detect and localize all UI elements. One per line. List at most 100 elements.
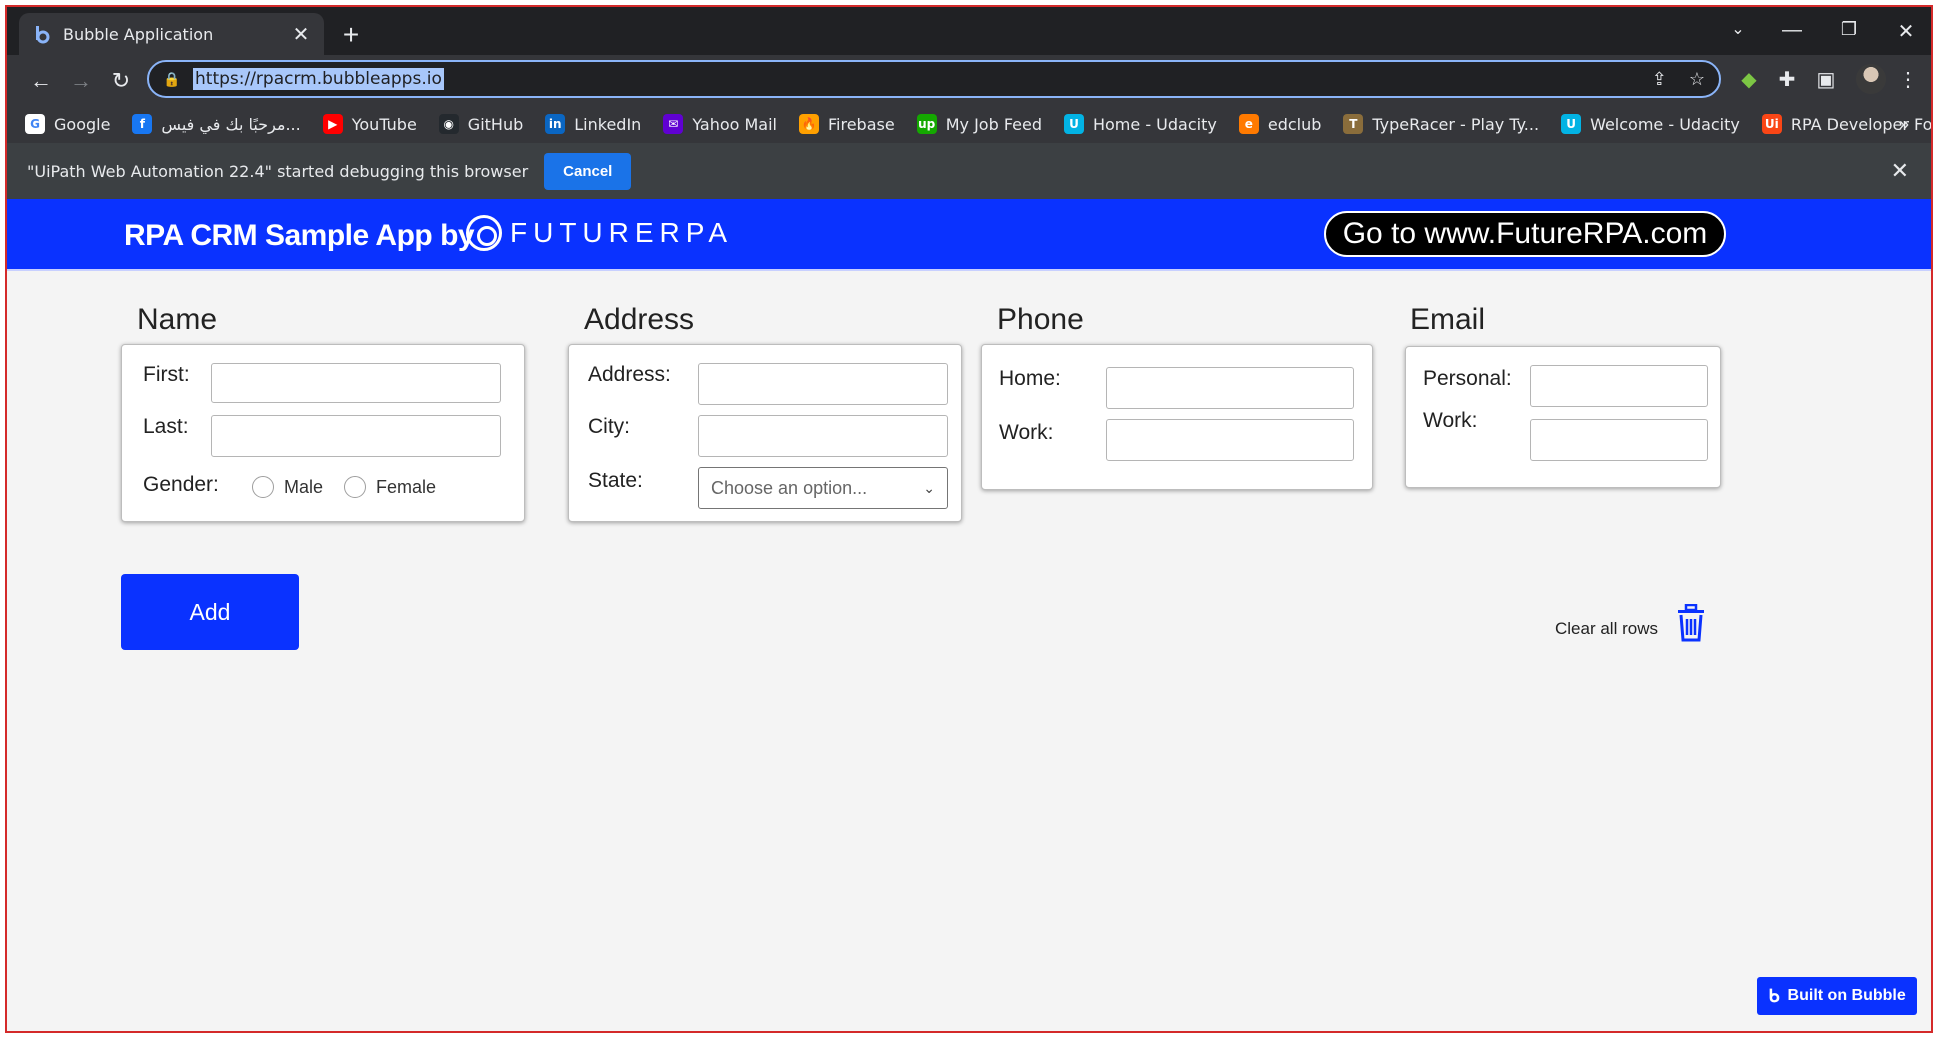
badge-label: Built on Bubble — [1787, 987, 1906, 1004]
personal-email-label: Personal: — [1423, 367, 1512, 390]
address-input[interactable] — [698, 363, 948, 405]
work-phone-label: Work: — [999, 421, 1054, 444]
bookmark-item[interactable]: in LinkedIn — [545, 114, 641, 134]
last-name-input[interactable] — [211, 415, 501, 457]
window-close-icon[interactable]: ✕ — [1886, 19, 1926, 44]
male-label: Male — [284, 477, 324, 497]
state-select-value: Choose an option... — [711, 477, 868, 498]
bookmarks-bar: G Google f مرحبًا بك في فيس... ▶ YouTube ◉ GitH… — [7, 105, 1931, 143]
bookmark-label: Firebase — [828, 114, 895, 134]
last-name-label: Last: — [143, 415, 189, 438]
extension-icon[interactable]: ◆ — [1736, 67, 1762, 93]
clear-all-rows-label[interactable]: Clear all rows — [1555, 619, 1658, 639]
add-button[interactable]: Add — [121, 574, 299, 650]
side-panel-icon[interactable]: ▣ — [1813, 67, 1839, 93]
bookmark-label: YouTube — [351, 114, 417, 134]
bookmark-item[interactable]: U Home - Udacity — [1063, 114, 1217, 134]
phone-card: Home: Work: — [981, 344, 1373, 490]
bookmark-item[interactable]: G Google — [25, 114, 110, 134]
infobar-cancel-button[interactable]: Cancel — [544, 152, 632, 190]
forward-icon[interactable]: → — [67, 67, 95, 95]
logo-text: FUTURERPA — [510, 217, 734, 248]
lock-icon: 🔒 — [163, 70, 181, 87]
tab-close-icon[interactable]: ✕ — [290, 22, 312, 47]
bookmark-favicon-icon: U — [1063, 114, 1084, 134]
bookmark-favicon-icon: U — [1561, 114, 1582, 134]
work-phone-input[interactable] — [1106, 419, 1354, 461]
bookmark-star-icon[interactable]: ☆ — [1689, 69, 1705, 90]
bookmark-favicon-icon: ◉ — [438, 114, 459, 134]
personal-email-input[interactable] — [1530, 365, 1708, 407]
work-email-input[interactable] — [1530, 419, 1708, 461]
trash-icon[interactable] — [1674, 603, 1708, 642]
built-on-bubble-badge[interactable]: ᑲ Built on Bubble — [1757, 977, 1917, 1015]
bookmark-favicon-icon: up — [916, 114, 937, 134]
address-section-title: Address — [584, 303, 695, 336]
city-label: City: — [588, 415, 630, 438]
futurerpa-logo: FUTURERPA — [466, 215, 733, 251]
puzzle-extensions-icon[interactable]: ✚ — [1774, 67, 1800, 93]
restore-icon[interactable]: ❐ — [1829, 19, 1869, 40]
bubble-favicon-icon — [31, 23, 53, 45]
infobar-close-icon[interactable]: ✕ — [1891, 158, 1909, 184]
home-phone-input[interactable] — [1106, 367, 1354, 409]
first-name-input[interactable] — [211, 363, 501, 403]
bookmark-label: RPA Developer Fou... — [1790, 114, 1933, 134]
bookmark-favicon-icon: T — [1343, 114, 1364, 134]
new-tab-icon[interactable]: + — [337, 21, 365, 49]
city-input[interactable] — [698, 415, 948, 457]
browser-toolbar: ← → ↻ 🔒 https://rpacrm.bubbleapps.io ⇪ ☆… — [7, 55, 1931, 105]
bookmark-label: Welcome - Udacity — [1590, 114, 1740, 134]
bookmark-item[interactable]: U Welcome - Udacity — [1561, 114, 1740, 134]
futurerpa-logo-icon — [466, 215, 502, 251]
male-radio[interactable] — [252, 476, 274, 498]
address-card: Address: City: State: Choose an option..… — [568, 344, 962, 522]
bubble-logo-icon: ᑲ — [1768, 985, 1780, 1006]
menu-kebab-icon[interactable]: ⋮ — [1895, 67, 1921, 93]
email-section-title: Email — [1410, 303, 1486, 336]
address-label: Address: — [588, 363, 671, 386]
home-phone-label: Home: — [999, 367, 1061, 390]
bookmark-item[interactable]: 🔥 Firebase — [799, 114, 895, 134]
reload-icon[interactable]: ↻ — [107, 67, 135, 95]
bookmark-item[interactable]: ✉ Yahoo Mail — [663, 114, 777, 134]
state-label: State: — [588, 469, 643, 492]
back-icon[interactable]: ← — [27, 67, 55, 95]
goto-futurerpa-button[interactable]: Go to www.FutureRPA.com — [1324, 211, 1726, 257]
bookmark-item[interactable]: up My Job Feed — [916, 114, 1042, 134]
bookmark-item[interactable]: f مرحبًا بك في فيس... — [132, 114, 301, 134]
email-card: Personal: Work: — [1405, 346, 1721, 488]
active-tab[interactable]: Bubble Application ✕ — [19, 13, 324, 55]
gender-label: Gender: — [143, 473, 219, 496]
chevron-down-icon: ⌄ — [923, 479, 935, 496]
phone-section-title: Phone — [997, 303, 1084, 336]
state-select[interactable]: Choose an option... ⌄ — [698, 467, 948, 509]
bookmark-favicon-icon: f — [132, 114, 153, 134]
bookmark-label: TypeRacer - Play Ty... — [1372, 114, 1540, 134]
bookmark-favicon-icon: ✉ — [663, 114, 684, 134]
debug-infobar: "UiPath Web Automation 22.4" started deb… — [7, 143, 1931, 199]
bookmark-item[interactable]: ▶ YouTube — [322, 114, 417, 134]
address-bar[interactable]: 🔒 https://rpacrm.bubbleapps.io ⇪ ☆ — [147, 60, 1721, 98]
work-email-label: Work: — [1423, 409, 1478, 432]
app-header: RPA CRM Sample App by FUTURERPA Go to ww… — [7, 199, 1931, 271]
bookmarks-overflow-icon[interactable]: » — [1899, 114, 1909, 135]
bookmark-item[interactable]: ◉ GitHub — [438, 114, 524, 134]
bookmark-label: Yahoo Mail — [692, 114, 777, 134]
tab-search-icon[interactable]: ⌄ — [1718, 19, 1758, 39]
bookmark-item[interactable]: T TypeRacer - Play Ty... — [1343, 114, 1539, 134]
minimize-icon[interactable]: — — [1772, 19, 1812, 42]
profile-avatar[interactable] — [1856, 64, 1886, 94]
name-card: First: Last: Gender: Male Female — [121, 344, 525, 522]
bookmark-label: GitHub — [467, 114, 524, 134]
bookmark-favicon-icon: in — [545, 114, 566, 134]
app-title: RPA CRM Sample App by — [124, 219, 475, 252]
name-section-title: Name — [137, 303, 218, 336]
url-text[interactable]: https://rpacrm.bubbleapps.io — [193, 68, 444, 90]
bookmark-label: My Job Feed — [945, 114, 1042, 134]
female-radio[interactable] — [344, 476, 366, 498]
share-icon[interactable]: ⇪ — [1652, 69, 1667, 90]
bookmark-item[interactable]: e edclub — [1238, 114, 1321, 134]
female-label: Female — [376, 477, 437, 497]
bookmark-favicon-icon: ▶ — [322, 114, 343, 134]
